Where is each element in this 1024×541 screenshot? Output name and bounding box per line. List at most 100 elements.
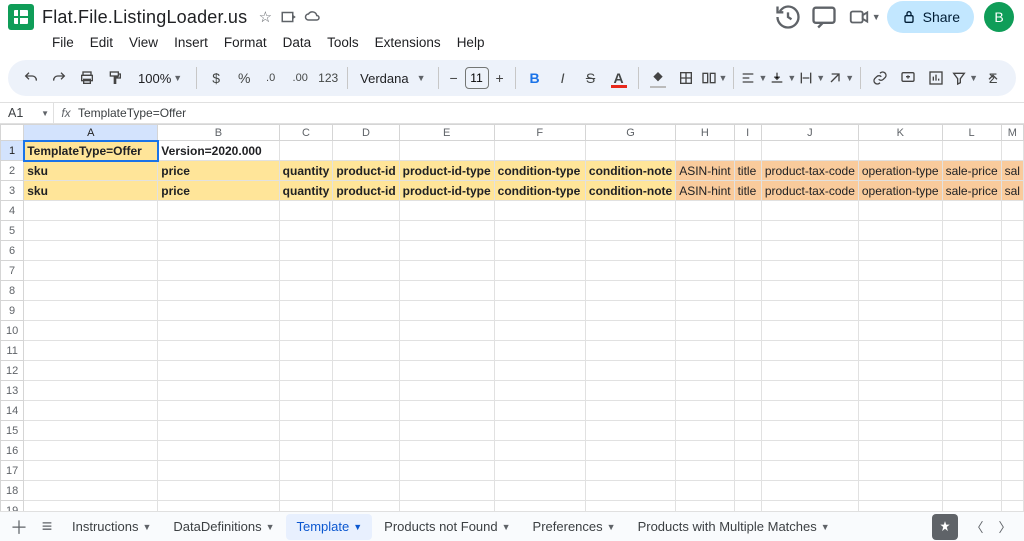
cell-G13[interactable] — [585, 381, 675, 401]
menu-edit[interactable]: Edit — [82, 33, 121, 52]
menu-help[interactable]: Help — [449, 33, 493, 52]
cell-G2[interactable]: condition-note — [585, 161, 675, 181]
cell-A16[interactable] — [24, 441, 158, 461]
cell-K8[interactable] — [858, 281, 942, 301]
collapse-toolbar-button[interactable] — [980, 65, 1006, 91]
cell-M16[interactable] — [1001, 441, 1023, 461]
share-button[interactable]: Share — [887, 1, 974, 33]
cell-I14[interactable] — [734, 401, 761, 421]
menu-tools[interactable]: Tools — [319, 33, 367, 52]
cell-D19[interactable] — [333, 501, 399, 512]
cell-K7[interactable] — [858, 261, 942, 281]
cell-K15[interactable] — [858, 421, 942, 441]
cell-E12[interactable] — [399, 361, 494, 381]
cell-C10[interactable] — [279, 321, 333, 341]
rotate-button[interactable]: ▼ — [827, 65, 854, 91]
row-header-12[interactable]: 12 — [1, 361, 24, 381]
cell-J6[interactable] — [761, 241, 858, 261]
cell-E15[interactable] — [399, 421, 494, 441]
cell-A15[interactable] — [24, 421, 158, 441]
col-header-C[interactable]: C — [279, 125, 333, 141]
cell-K12[interactable] — [858, 361, 942, 381]
cell-J14[interactable] — [761, 401, 858, 421]
decimal-decrease-button[interactable]: .0 — [259, 65, 285, 91]
sheet-tab-products-not-found[interactable]: Products not Found▼ — [374, 514, 520, 540]
cell-J1[interactable] — [761, 141, 858, 161]
menu-insert[interactable]: Insert — [166, 33, 216, 52]
cell-E18[interactable] — [399, 481, 494, 501]
cell-D14[interactable] — [333, 401, 399, 421]
scroll-sheets-right-button[interactable]: 〉 — [992, 514, 1018, 540]
cell-B10[interactable] — [158, 321, 279, 341]
cell-C1[interactable] — [279, 141, 333, 161]
cell-I18[interactable] — [734, 481, 761, 501]
doc-title[interactable]: Flat.File.ListingLoader.us — [42, 7, 247, 28]
sheet-tab-instructions[interactable]: Instructions▼ — [62, 514, 161, 540]
bold-button[interactable]: B — [522, 65, 548, 91]
cell-D4[interactable] — [333, 201, 399, 221]
cell-J19[interactable] — [761, 501, 858, 512]
cell-C17[interactable] — [279, 461, 333, 481]
cell-A5[interactable] — [24, 221, 158, 241]
cell-L14[interactable] — [942, 401, 1001, 421]
cell-A17[interactable] — [24, 461, 158, 481]
italic-button[interactable]: I — [550, 65, 576, 91]
cell-J10[interactable] — [761, 321, 858, 341]
cell-L13[interactable] — [942, 381, 1001, 401]
cell-G1[interactable] — [585, 141, 675, 161]
cell-G3[interactable]: condition-note — [585, 181, 675, 201]
cell-C11[interactable] — [279, 341, 333, 361]
cell-M17[interactable] — [1001, 461, 1023, 481]
cell-C13[interactable] — [279, 381, 333, 401]
cell-M7[interactable] — [1001, 261, 1023, 281]
fill-color-button[interactable] — [645, 65, 671, 91]
cell-I15[interactable] — [734, 421, 761, 441]
star-icon[interactable]: ☆ — [256, 8, 274, 26]
row-header-16[interactable]: 16 — [1, 441, 24, 461]
cell-M3[interactable]: sal — [1001, 181, 1023, 201]
cell-L18[interactable] — [942, 481, 1001, 501]
cell-I16[interactable] — [734, 441, 761, 461]
cell-E16[interactable] — [399, 441, 494, 461]
cell-M14[interactable] — [1001, 401, 1023, 421]
cell-F15[interactable] — [494, 421, 585, 441]
cell-E8[interactable] — [399, 281, 494, 301]
cell-K4[interactable] — [858, 201, 942, 221]
cell-L1[interactable] — [942, 141, 1001, 161]
cell-M10[interactable] — [1001, 321, 1023, 341]
row-header-19[interactable]: 19 — [1, 501, 24, 512]
cell-G15[interactable] — [585, 421, 675, 441]
cell-F5[interactable] — [494, 221, 585, 241]
select-all-corner[interactable] — [1, 125, 24, 141]
sheet-tab-template[interactable]: Template▼ — [286, 514, 372, 540]
cell-H11[interactable] — [676, 341, 734, 361]
cell-I10[interactable] — [734, 321, 761, 341]
col-header-E[interactable]: E — [399, 125, 494, 141]
cell-K17[interactable] — [858, 461, 942, 481]
cell-J4[interactable] — [761, 201, 858, 221]
row-header-7[interactable]: 7 — [1, 261, 24, 281]
row-header-14[interactable]: 14 — [1, 401, 24, 421]
cell-M11[interactable] — [1001, 341, 1023, 361]
row-header-11[interactable]: 11 — [1, 341, 24, 361]
cell-D3[interactable]: product-id — [333, 181, 399, 201]
cell-J5[interactable] — [761, 221, 858, 241]
cell-H16[interactable] — [676, 441, 734, 461]
cell-C12[interactable] — [279, 361, 333, 381]
col-header-M[interactable]: M — [1001, 125, 1023, 141]
cell-H12[interactable] — [676, 361, 734, 381]
cell-E6[interactable] — [399, 241, 494, 261]
cell-K13[interactable] — [858, 381, 942, 401]
font-decrease-button[interactable]: − — [445, 70, 463, 86]
cell-E13[interactable] — [399, 381, 494, 401]
cell-A2[interactable]: sku — [24, 161, 158, 181]
cell-J9[interactable] — [761, 301, 858, 321]
cell-A4[interactable] — [24, 201, 158, 221]
cell-B17[interactable] — [158, 461, 279, 481]
cell-C16[interactable] — [279, 441, 333, 461]
row-header-4[interactable]: 4 — [1, 201, 24, 221]
cell-E3[interactable]: product-id-type — [399, 181, 494, 201]
insert-chart-button[interactable] — [923, 65, 949, 91]
cell-C6[interactable] — [279, 241, 333, 261]
cell-H19[interactable] — [676, 501, 734, 512]
